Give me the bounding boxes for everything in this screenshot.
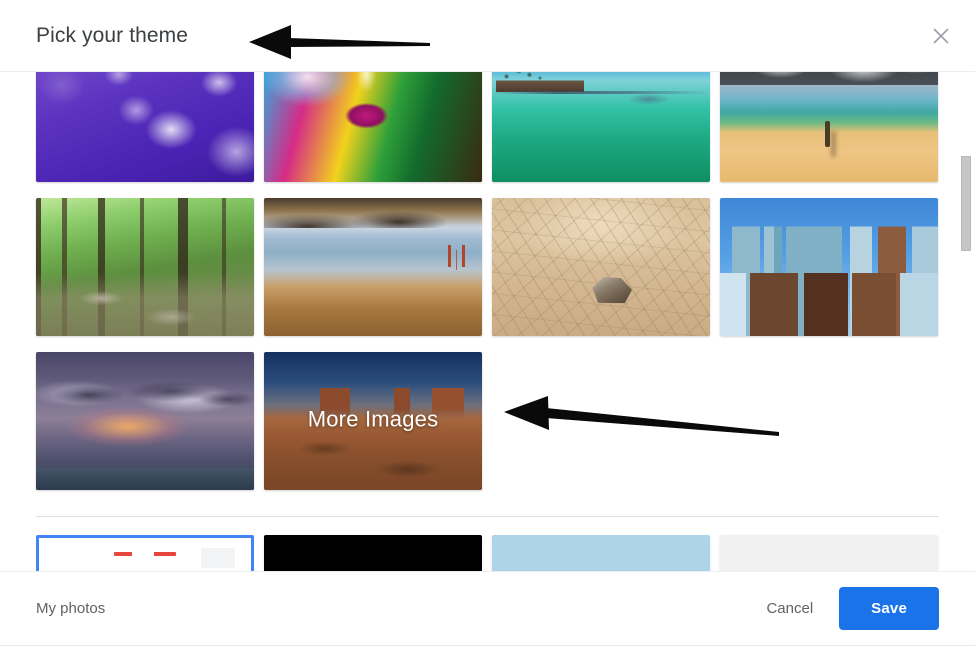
theme-thumbnail[interactable] (492, 198, 710, 336)
jellyfish-image (36, 72, 254, 182)
theme-thumbnail-grid: More Images (0, 72, 975, 490)
lake-image (492, 72, 710, 182)
theme-thumbnail[interactable] (264, 72, 482, 182)
theme-thumbnail[interactable] (36, 198, 254, 336)
theme-thumbnail[interactable] (720, 198, 938, 336)
document-preview-lines (114, 552, 176, 556)
close-icon (932, 27, 950, 45)
save-button[interactable]: Save (839, 587, 939, 630)
close-button[interactable] (925, 20, 957, 52)
cancel-button[interactable]: Cancel (752, 591, 827, 626)
color-swatch-light-blue[interactable] (492, 535, 710, 571)
my-photos-button[interactable]: My photos (36, 600, 105, 617)
theme-scroll-area[interactable]: More Images (0, 72, 975, 571)
color-swatch-black[interactable] (264, 535, 482, 571)
storm-clouds-image (36, 352, 254, 490)
more-images-thumbnail[interactable]: More Images (264, 352, 482, 490)
theme-thumbnail[interactable] (36, 72, 254, 182)
theme-thumbnail[interactable] (264, 198, 482, 336)
color-swatch-light-gray[interactable] (720, 535, 938, 571)
document-preview-chip (201, 548, 235, 568)
golden-gate-image (264, 198, 482, 336)
page-title: Pick your theme (36, 23, 189, 47)
monument-valley-image (264, 352, 482, 490)
scrollbar-track[interactable] (959, 72, 973, 571)
theme-thumbnail[interactable] (36, 352, 254, 490)
beach-image (720, 72, 938, 182)
color-swatch-grid (0, 517, 975, 571)
cityscape-image (720, 198, 938, 336)
desert-image (492, 198, 710, 336)
dialog-footer: My photos Cancel Save (0, 571, 975, 645)
scrollbar-thumb[interactable] (961, 156, 971, 251)
theme-content: More Images (0, 72, 975, 571)
forest-image (36, 198, 254, 336)
water-droplet-image (264, 72, 482, 182)
dialog-header: Pick your theme (0, 0, 975, 72)
theme-thumbnail[interactable] (492, 72, 710, 182)
theme-thumbnail[interactable] (720, 72, 938, 182)
pick-theme-dialog: Pick your theme More Images My photos Ca… (0, 0, 975, 646)
color-swatch-white[interactable] (36, 535, 254, 571)
